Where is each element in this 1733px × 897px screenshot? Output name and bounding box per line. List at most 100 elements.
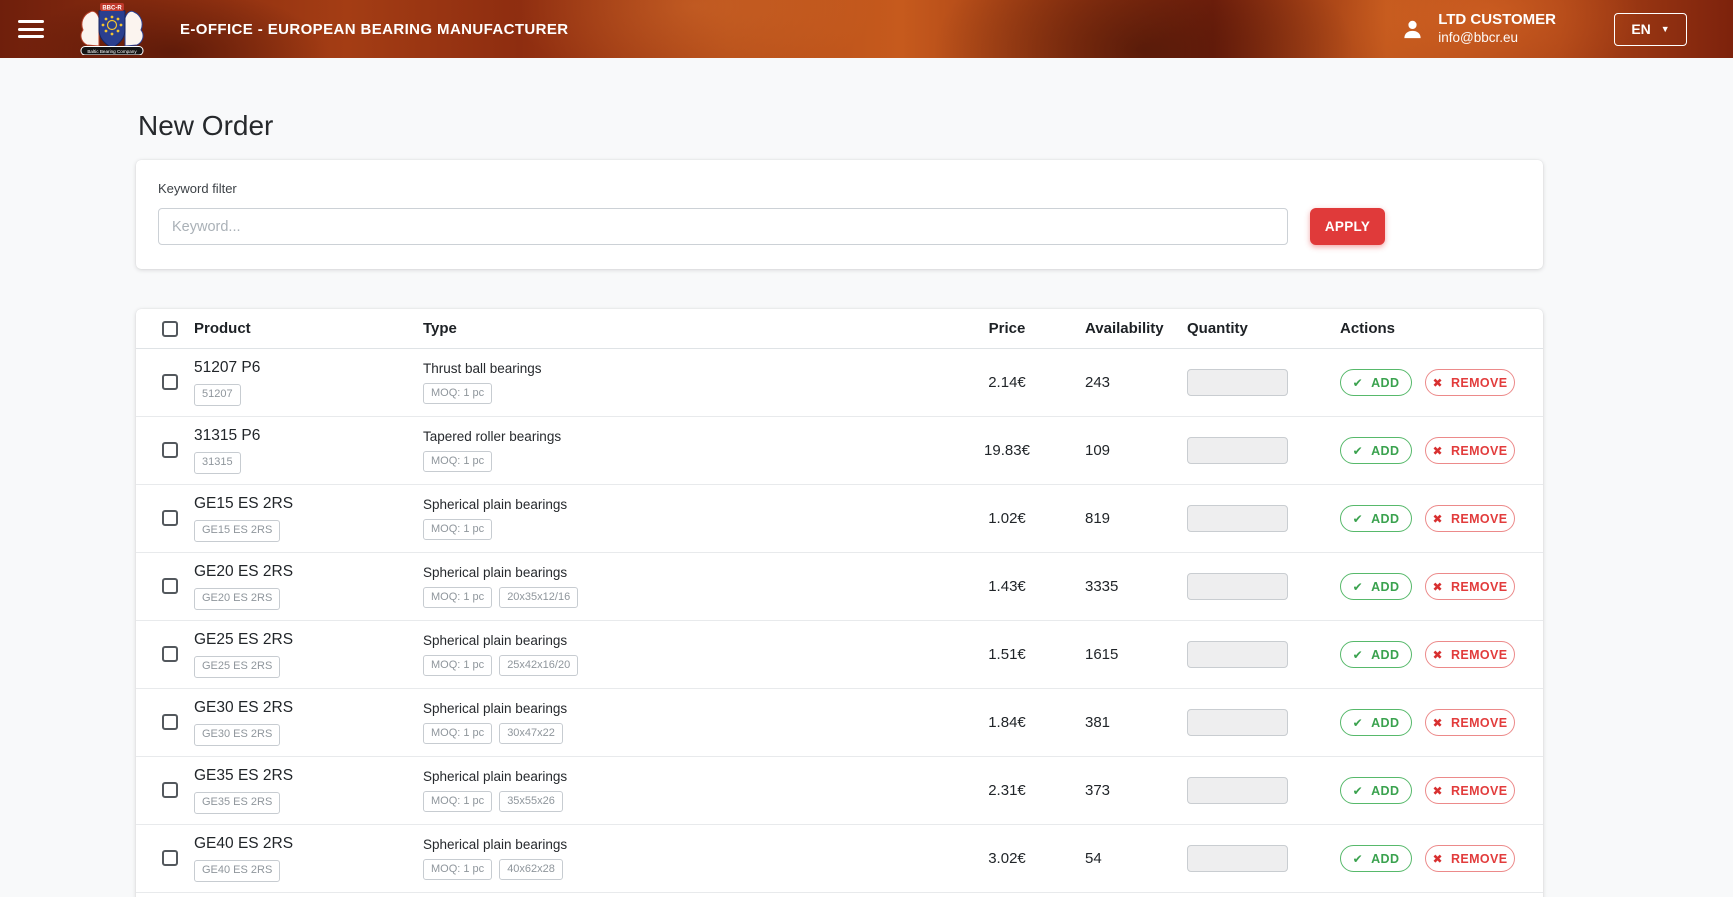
chip-list: MOQ: 1 pc20x35x12/16 [423,587,578,608]
quantity-input[interactable] [1187,641,1288,668]
check-icon: ✔ [1353,852,1363,866]
add-button-label: ADD [1371,648,1399,662]
remove-button[interactable]: ✖ REMOVE [1425,709,1515,736]
chip-list: MOQ: 1 pc [423,451,492,472]
product-name: GE15 ES 2RS [194,495,293,513]
table-row: 51207 P6 51207 Thrust ball bearings MOQ:… [136,349,1543,417]
row-checkbox[interactable] [162,714,178,730]
remove-button-label: REMOVE [1451,444,1508,458]
quantity-input[interactable] [1187,845,1288,872]
attribute-chip: MOQ: 1 pc [423,451,492,472]
product-code-chip: GE30 ES 2RS [194,724,280,745]
column-header-actions: Actions [1324,320,1543,337]
x-icon: ✖ [1432,444,1442,458]
add-button[interactable]: ✔ ADD [1340,369,1412,396]
remove-button[interactable]: ✖ REMOVE [1425,641,1515,668]
add-button[interactable]: ✔ ADD [1340,437,1412,464]
add-button-label: ADD [1371,784,1399,798]
language-selector[interactable]: EN ▼ [1614,13,1687,46]
price-cell: 19.83€ [967,442,1047,459]
table-row: GE25 ES 2RS GE25 ES 2RS Spherical plain … [136,621,1543,689]
remove-button-label: REMOVE [1451,512,1508,526]
remove-button-label: REMOVE [1451,580,1508,594]
quantity-input[interactable] [1187,505,1288,532]
remove-button-label: REMOVE [1451,376,1508,390]
apply-button[interactable]: APPLY [1310,208,1385,245]
product-code-chip: GE20 ES 2RS [194,588,280,609]
availability-cell: 243 [1047,374,1187,391]
remove-button-label: REMOVE [1451,784,1508,798]
row-checkbox[interactable] [162,374,178,390]
row-checkbox[interactable] [162,510,178,526]
add-button-label: ADD [1371,512,1399,526]
availability-cell: 1615 [1047,646,1187,663]
check-icon: ✔ [1353,376,1363,390]
check-icon: ✔ [1353,444,1363,458]
quantity-input[interactable] [1187,709,1288,736]
price-cell: 1.84€ [967,714,1047,731]
svg-text:BBC-R: BBC-R [102,5,122,11]
user-block[interactable]: LTD CUSTOMER info@bbcr.eu [1401,11,1556,47]
product-code-chip: GE40 ES 2RS [194,860,280,881]
remove-button[interactable]: ✖ REMOVE [1425,845,1515,872]
products-table: Product Type Price Availability Quantity… [136,309,1543,897]
remove-button[interactable]: ✖ REMOVE [1425,573,1515,600]
product-code-chip: GE35 ES 2RS [194,792,280,813]
remove-button[interactable]: ✖ REMOVE [1425,369,1515,396]
price-cell: 1.43€ [967,578,1047,595]
add-button[interactable]: ✔ ADD [1340,505,1412,532]
attribute-chip: 40x62x28 [499,859,563,880]
quantity-input[interactable] [1187,573,1288,600]
x-icon: ✖ [1432,852,1442,866]
menu-icon[interactable] [18,20,44,38]
chip-list: MOQ: 1 pc [423,383,492,404]
chip-list: MOQ: 1 pc35x55x26 [423,791,563,812]
add-button[interactable]: ✔ ADD [1340,573,1412,600]
add-button[interactable]: ✔ ADD [1340,709,1412,736]
remove-button-label: REMOVE [1451,648,1508,662]
x-icon: ✖ [1432,376,1442,390]
column-header-availability: Availability [1047,320,1187,337]
check-icon: ✔ [1353,648,1363,662]
remove-button[interactable]: ✖ REMOVE [1425,505,1515,532]
add-button-label: ADD [1371,444,1399,458]
remove-button[interactable]: ✖ REMOVE [1425,437,1515,464]
availability-cell: 381 [1047,714,1187,731]
add-button-label: ADD [1371,852,1399,866]
attribute-chip: MOQ: 1 pc [423,859,492,880]
attribute-chip: 20x35x12/16 [499,587,578,608]
chip-list: MOQ: 1 pc 40x62x28 [423,859,563,880]
row-checkbox[interactable] [162,850,178,866]
row-checkbox[interactable] [162,442,178,458]
user-icon [1401,18,1424,41]
column-header-product: Product [194,320,423,337]
product-name: GE30 ES 2RS [194,699,293,717]
app-title: E-OFFICE - EUROPEAN BEARING MANUFACTURER [180,21,569,38]
table-row: GE20 ES 2RS GE20 ES 2RS Spherical plain … [136,553,1543,621]
table-header-row: Product Type Price Availability Quantity… [136,309,1543,349]
remove-button[interactable]: ✖ REMOVE [1425,777,1515,804]
x-icon: ✖ [1432,716,1442,730]
product-name: 31315 P6 [194,427,260,445]
x-icon: ✖ [1432,512,1442,526]
quantity-input[interactable] [1187,369,1288,396]
product-name: GE40 ES 2RS [194,835,293,853]
add-button-label: ADD [1371,716,1399,730]
add-button[interactable]: ✔ ADD [1340,845,1412,872]
quantity-input[interactable] [1187,437,1288,464]
add-button-label: ADD [1371,580,1399,594]
price-cell: 3.02€ [967,850,1047,867]
add-button[interactable]: ✔ ADD [1340,777,1412,804]
chevron-down-icon: ▼ [1661,25,1670,34]
attribute-chip: MOQ: 1 pc [423,655,492,676]
add-button[interactable]: ✔ ADD [1340,641,1412,668]
row-checkbox[interactable] [162,578,178,594]
availability-cell: 109 [1047,442,1187,459]
row-checkbox[interactable] [162,646,178,662]
row-checkbox[interactable] [162,782,178,798]
keyword-input[interactable] [158,208,1288,245]
table-row: GE15 ES 2RS GE15 ES 2RS Spherical plain … [136,485,1543,553]
attribute-chip: MOQ: 1 pc [423,791,492,812]
select-all-checkbox[interactable] [162,321,178,337]
quantity-input[interactable] [1187,777,1288,804]
